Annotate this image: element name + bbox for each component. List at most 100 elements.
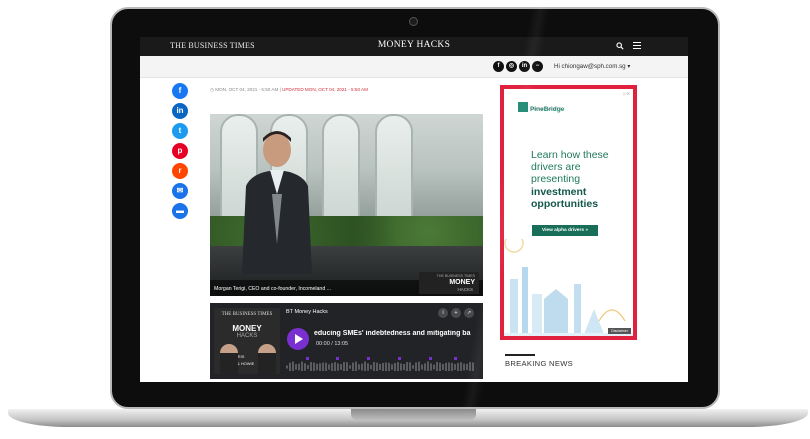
waveform-bar bbox=[412, 365, 414, 369]
whatsapp-icon[interactable]: ◎ bbox=[506, 61, 517, 72]
advertisement-banner[interactable]: ▷✕ PineBridge INVESTMENTS Learn how thes… bbox=[500, 85, 637, 340]
ad-info-icon[interactable]: ▷✕ bbox=[624, 91, 630, 96]
ad-city-illustration bbox=[504, 239, 633, 336]
waveform-bar bbox=[334, 362, 336, 371]
podcast-show-name[interactable]: BT Money Hacks bbox=[286, 309, 328, 315]
waveform-bar bbox=[340, 364, 342, 370]
waveform-bar bbox=[322, 362, 324, 371]
search-icon[interactable] bbox=[616, 42, 624, 50]
share-twitter-icon[interactable]: t bbox=[172, 123, 188, 139]
photo-caption: Morgan Terigi, CEO and co-founder, Incom… bbox=[214, 286, 331, 292]
waveform-bar bbox=[319, 363, 321, 371]
waveform-bar bbox=[388, 362, 390, 371]
social-links: f ◎ in − bbox=[493, 61, 543, 72]
ad-cta-button[interactable]: View alpha drivers » bbox=[532, 225, 598, 236]
waveform-bar bbox=[436, 361, 438, 371]
waveform-bar bbox=[469, 362, 471, 371]
share-print-icon[interactable]: ▬ bbox=[172, 203, 188, 219]
podcast-badge: THE BUSINESS TIMES MONEY HACKS bbox=[419, 272, 479, 294]
waveform-bar bbox=[406, 362, 408, 371]
waveform-bar bbox=[292, 361, 294, 371]
section-title[interactable]: MONEY HACKS bbox=[140, 40, 688, 50]
waveform-bar bbox=[286, 365, 288, 369]
waveform-bar bbox=[301, 361, 303, 371]
subscribe-icon[interactable]: + bbox=[451, 308, 461, 318]
waveform-bar bbox=[439, 362, 441, 371]
linkedin-icon[interactable]: in bbox=[519, 61, 530, 72]
waveform-bar bbox=[361, 363, 363, 371]
share-email-icon[interactable]: ✉ bbox=[172, 183, 188, 199]
waveform-bar bbox=[316, 363, 318, 371]
ad-disclaimer[interactable]: Disclaimer bbox=[608, 328, 631, 334]
waveform-bar bbox=[307, 364, 309, 370]
waveform-bar bbox=[337, 363, 339, 371]
breaking-news-heading: BREAKING NEWS bbox=[505, 359, 574, 368]
ad-headline: Learn how these drivers are presenting i… bbox=[531, 149, 609, 210]
waveform-bar bbox=[424, 363, 426, 371]
waveform-bar bbox=[427, 361, 429, 371]
share-icon[interactable]: ↗ bbox=[464, 308, 474, 318]
host-photo bbox=[220, 344, 238, 374]
waveform-bar bbox=[298, 363, 300, 371]
waveform-bar bbox=[304, 363, 306, 371]
waveform-bar bbox=[379, 363, 381, 371]
ad-brand-logo: PineBridge INVESTMENTS bbox=[518, 98, 564, 116]
browser-screen: THE BUSINESS TIMES MONEY HACKS f ◎ in − … bbox=[140, 37, 688, 382]
share-facebook-icon[interactable]: f bbox=[172, 83, 188, 99]
waveform-bar bbox=[358, 364, 360, 370]
webcam bbox=[409, 17, 418, 26]
waveform-bar bbox=[331, 363, 333, 371]
waveform-bar bbox=[409, 362, 411, 371]
section-divider bbox=[505, 354, 535, 356]
host-photo bbox=[258, 344, 276, 374]
waveform-bar bbox=[448, 362, 450, 371]
waveform-bar bbox=[457, 362, 459, 371]
waveform-bar bbox=[346, 362, 348, 371]
hamburger-menu-icon[interactable] bbox=[633, 42, 641, 50]
waveform-bar bbox=[349, 365, 351, 369]
waveform-bar bbox=[451, 362, 453, 371]
waveform-bar bbox=[397, 362, 399, 371]
waveform-bar bbox=[328, 364, 330, 370]
waveform-bar bbox=[352, 362, 354, 371]
waveform-bar bbox=[382, 362, 384, 371]
waveform-bar bbox=[370, 364, 372, 370]
waveform-bar bbox=[400, 363, 402, 371]
waveform-bar bbox=[442, 364, 444, 370]
share-pinterest-icon[interactable]: p bbox=[172, 143, 188, 159]
waveform-bar bbox=[376, 362, 378, 371]
waveform-bar bbox=[355, 361, 357, 371]
waveform-bar bbox=[373, 362, 375, 371]
waveform-bar bbox=[364, 361, 366, 371]
facebook-icon[interactable]: f bbox=[493, 61, 504, 72]
waveform-bar bbox=[403, 363, 405, 371]
waveform-bar bbox=[385, 362, 387, 371]
article-meta: ◷ MON, OCT 04, 2021 - 5:50 AM | UPDATED … bbox=[210, 87, 368, 92]
article-hero-image: Morgan Terigi, CEO and co-founder, Incom… bbox=[210, 114, 483, 296]
share-toolbar: f in t p r ✉ ▬ bbox=[172, 83, 188, 219]
audio-waveform-scrubber[interactable] bbox=[286, 357, 476, 371]
share-linkedin-icon[interactable]: in bbox=[172, 103, 188, 119]
waveform-bar bbox=[325, 362, 327, 371]
share-reddit-icon[interactable]: r bbox=[172, 163, 188, 179]
waveform-bar bbox=[415, 362, 417, 371]
play-button[interactable] bbox=[287, 328, 309, 350]
waveform-bar bbox=[460, 362, 462, 371]
waveform-bar bbox=[289, 362, 291, 371]
waveform-bar bbox=[454, 364, 456, 370]
podcast-player: THE BUSINESS TIMES MONEY HACKS WITH CHRI… bbox=[210, 303, 483, 379]
waveform-bar bbox=[367, 363, 369, 371]
laptop-mockup: THE BUSINESS TIMES MONEY HACKS f ◎ in − … bbox=[0, 0, 810, 439]
waveform-bar bbox=[445, 362, 447, 371]
podcast-actions: i + ↗ bbox=[438, 308, 474, 318]
user-account-menu[interactable]: Hi chiongaw@sph.com.sg ▾ bbox=[554, 63, 630, 70]
info-icon[interactable]: i bbox=[438, 308, 448, 318]
waveform-bar bbox=[433, 364, 435, 370]
podcast-cover-art: THE BUSINESS TIMES MONEY HACKS WITH CHRI… bbox=[214, 308, 280, 374]
episode-title: educing SMEs' indebtedness and mitigatin… bbox=[314, 330, 471, 337]
waveform-bar bbox=[463, 363, 465, 371]
playback-time: 00:00 / 13:05 bbox=[316, 341, 349, 347]
waveform-bar bbox=[343, 362, 345, 371]
waveform-bar bbox=[430, 363, 432, 371]
minus-circle-icon[interactable]: − bbox=[532, 61, 543, 72]
